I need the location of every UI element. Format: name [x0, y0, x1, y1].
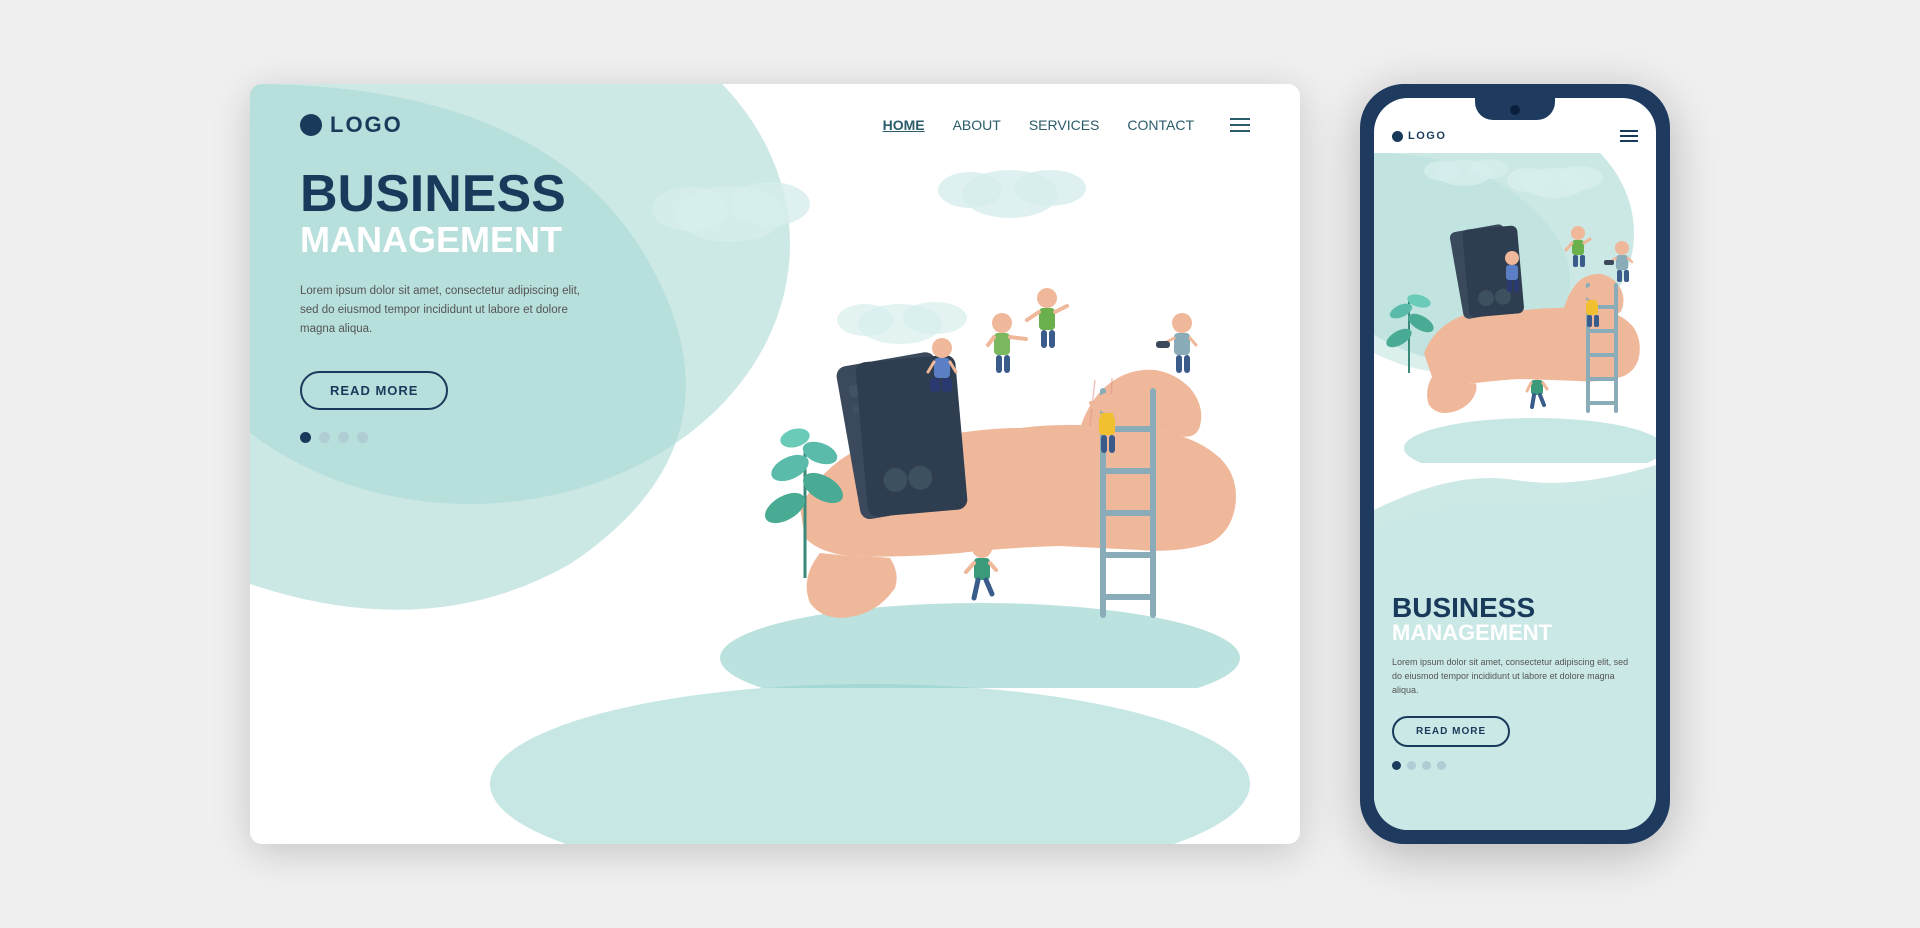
- nav-services[interactable]: SERVICES: [1029, 117, 1100, 133]
- nav-home[interactable]: HOME: [883, 117, 925, 133]
- phone-logo-dot-icon: [1392, 131, 1403, 142]
- mobile-mockup-wrapper: LOGO: [1360, 84, 1670, 844]
- main-container: LOGO HOME ABOUT SERVICES CONTACT BUSINES…: [110, 84, 1810, 844]
- desktop-illustration: [640, 168, 1250, 668]
- hamburger-menu-icon[interactable]: [1230, 118, 1250, 132]
- desktop-title-sub: MANAGEMENT: [300, 222, 620, 258]
- phone-hamburger-icon[interactable]: [1620, 130, 1638, 142]
- desktop-description: Lorem ipsum dolor sit amet, consectetur …: [300, 282, 580, 339]
- desktop-pagination-dots: [300, 432, 620, 443]
- phone-dot-2: [1407, 761, 1416, 770]
- dot-2: [319, 432, 330, 443]
- phone-description: Lorem ipsum dolor sit amet, consectetur …: [1392, 656, 1638, 698]
- phone-inner: LOGO: [1374, 98, 1656, 830]
- logo-dot-icon: [300, 114, 322, 136]
- phone-logo-text: LOGO: [1408, 130, 1446, 142]
- desktop-nav: HOME ABOUT SERVICES CONTACT: [883, 117, 1250, 133]
- phone-camera-icon: [1510, 105, 1520, 115]
- desktop-title-main: BUSINESS: [300, 168, 620, 220]
- dot-4: [357, 432, 368, 443]
- desktop-mockup: LOGO HOME ABOUT SERVICES CONTACT BUSINES…: [250, 84, 1300, 844]
- phone-pagination-dots: [1392, 761, 1638, 770]
- phone-title-main: BUSINESS: [1392, 594, 1638, 622]
- phone-outer: LOGO: [1360, 84, 1670, 844]
- phone-dot-3: [1422, 761, 1431, 770]
- desktop-read-more-button[interactable]: READ MORE: [300, 371, 448, 410]
- nav-contact[interactable]: CONTACT: [1127, 117, 1194, 133]
- logo-area: LOGO: [300, 112, 403, 138]
- dot-1: [300, 432, 311, 443]
- dot-3: [338, 432, 349, 443]
- phone-dot-1: [1392, 761, 1401, 770]
- nav-about[interactable]: ABOUT: [953, 117, 1001, 133]
- desktop-content: BUSINESS MANAGEMENT Lorem ipsum dolor si…: [250, 138, 1300, 668]
- phone-text-area: BUSINESS MANAGEMENT Lorem ipsum dolor si…: [1392, 594, 1638, 770]
- desktop-header: LOGO HOME ABOUT SERVICES CONTACT: [250, 84, 1300, 138]
- desktop-left-panel: BUSINESS MANAGEMENT Lorem ipsum dolor si…: [300, 168, 620, 668]
- phone-bottom-section: BUSINESS MANAGEMENT Lorem ipsum dolor si…: [1374, 430, 1656, 830]
- phone-header: LOGO: [1374, 126, 1656, 142]
- phone-logo-area: LOGO: [1392, 130, 1446, 142]
- logo-text: LOGO: [330, 112, 403, 138]
- phone-read-more-button[interactable]: READ MORE: [1392, 716, 1510, 747]
- phone-dot-4: [1437, 761, 1446, 770]
- phone-illustration: [1374, 153, 1656, 463]
- phone-title-sub: MANAGEMENT: [1392, 622, 1638, 644]
